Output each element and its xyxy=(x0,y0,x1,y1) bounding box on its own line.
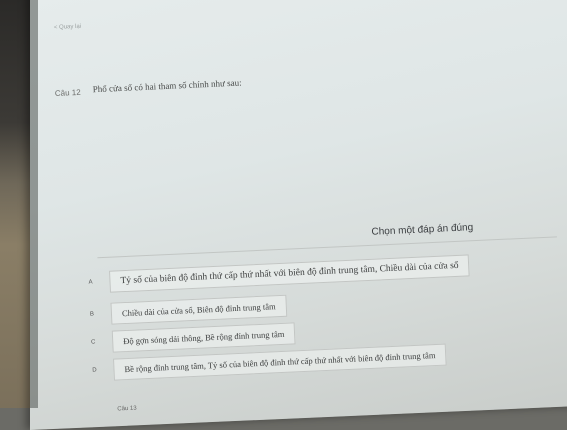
question-text: Phổ cửa sổ có hai tham số chính như sau: xyxy=(92,77,242,95)
option-c[interactable]: C Độ gợn sóng dải thông, Bề rộng đỉnh tr… xyxy=(86,322,296,353)
back-link[interactable]: < Quay lại xyxy=(54,24,81,31)
question-number: Câu 12 xyxy=(54,87,81,99)
option-a[interactable]: A Tỷ số của biên độ đỉnh thứ cấp thứ nhấ… xyxy=(83,254,471,294)
next-question-number: Câu 13 xyxy=(117,405,137,413)
option-b[interactable]: B Chiều dài của cửa sổ, Biên độ đỉnh tru… xyxy=(84,294,288,326)
divider xyxy=(97,236,557,259)
option-letter: A xyxy=(88,279,93,286)
answer-instruction: Chọn một đáp án đúng xyxy=(371,222,474,238)
option-text[interactable]: Tỷ số của biên độ đỉnh thứ cấp thứ nhất … xyxy=(109,254,471,293)
quiz-page: < Quay lại Câu 12 Phổ cửa sổ có hai tham… xyxy=(0,0,567,421)
option-text[interactable]: Độ gợn sóng dải thông, Bề rộng đỉnh trun… xyxy=(111,322,296,353)
option-letter: C xyxy=(90,339,96,346)
option-text[interactable]: Chiều dài của cửa sổ, Biên độ đỉnh trung… xyxy=(110,294,288,325)
option-letter: B xyxy=(89,311,95,318)
option-letter: D xyxy=(92,367,97,374)
